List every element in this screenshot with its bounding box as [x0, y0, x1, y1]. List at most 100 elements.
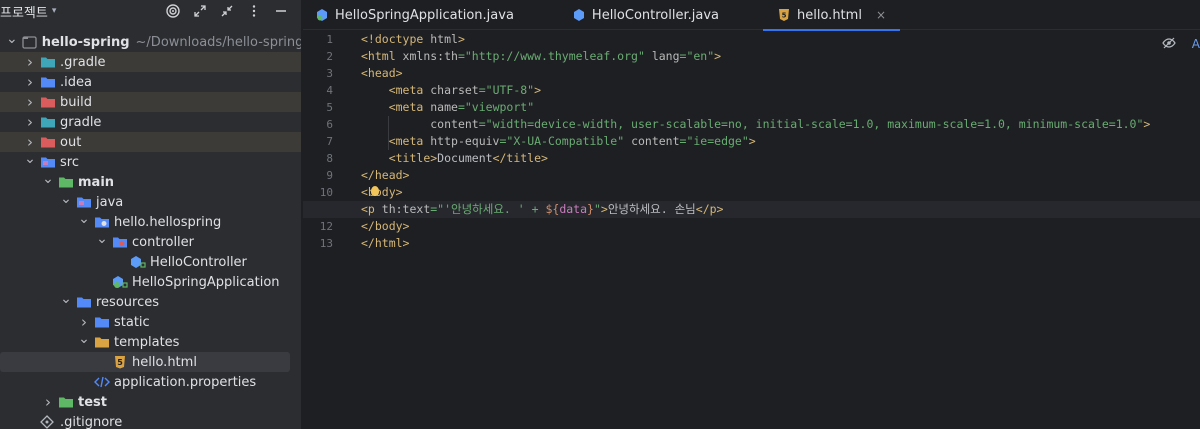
tree-item-hellocontroller[interactable]: ›HelloController [0, 252, 301, 272]
code-token: <meta [388, 134, 431, 148]
code-line[interactable]: </body> [361, 218, 1200, 235]
line-number: 8 [326, 152, 333, 165]
tab-hellospringapplication-java[interactable]: HelloSpringApplication.java [303, 0, 528, 30]
package-red-icon [112, 235, 128, 249]
indent-guide [388, 116, 389, 150]
code-line[interactable]: <meta charset="UTF-8"> [361, 82, 1200, 99]
chevron-right-icon[interactable]: › [24, 112, 36, 132]
code-token: <!doctype [361, 32, 431, 46]
code-token: ="X-UA-Compatible" [499, 134, 632, 148]
folder-blue-icon [40, 75, 56, 89]
class-icon [572, 8, 586, 22]
target-icon[interactable] [165, 3, 181, 19]
chevron-down-icon[interactable]: ⌄ [60, 289, 72, 309]
tree-item-label: hello.hellospring [114, 214, 222, 230]
code-token: </title> [492, 151, 548, 165]
close-icon[interactable]: × [876, 8, 886, 22]
code-line[interactable]: <!doctype html> [361, 31, 1200, 48]
tree-item-label: application.properties [114, 374, 257, 390]
tree-item-out[interactable]: › out [0, 132, 301, 152]
chevron-down-icon[interactable]: ⌄ [24, 149, 36, 169]
spring-class-icon [315, 8, 329, 22]
tree-item-gitignore[interactable]: ›.gitignore [0, 412, 301, 429]
folder-main-icon [58, 175, 74, 189]
panel-header: 프로젝트 ▾ [0, 0, 301, 22]
chevron-right-icon[interactable]: › [24, 72, 36, 92]
chevron-right-icon[interactable]: › [42, 392, 54, 412]
line-number: 3 [326, 67, 333, 80]
tree-item-label: resources [96, 294, 160, 310]
code-area[interactable]: <!doctype html> <html xmlns:th="http://ww… [303, 31, 1200, 252]
chevron-right-icon[interactable]: › [24, 92, 36, 112]
code-token: </p> [695, 202, 724, 216]
tree-item-hellospringapplication[interactable]: ›HelloSpringApplication [0, 272, 301, 292]
font-icon[interactable]: A [1192, 37, 1200, 52]
code-token: xmlns:th [402, 49, 458, 63]
tree-item-label: HelloSpringApplication [132, 274, 280, 290]
code-token: > [748, 134, 756, 148]
tree-item-test[interactable]: › test [0, 392, 301, 412]
tree-item-label: static [114, 314, 150, 330]
tab-hello-html[interactable]: 5 hello.html × [763, 0, 900, 31]
code-editor[interactable]: 12345678910111213 <!doctype html><html x… [303, 31, 1200, 429]
chevron-down-icon[interactable]: ⌄ [6, 29, 18, 49]
git-icon [40, 415, 56, 429]
tree-item-label: HelloController [150, 254, 247, 270]
tree-item-gradle[interactable]: › .gradle [0, 52, 301, 72]
code-token: > [714, 49, 722, 63]
lightbulb-icon[interactable] [371, 186, 379, 196]
tree-item-hello-html[interactable]: ›5hello.html [0, 352, 290, 372]
code-token: 안녕하세요. 손님 [607, 202, 696, 216]
line-number: 9 [326, 169, 333, 182]
chevron-right-icon[interactable]: › [24, 52, 36, 72]
collapse-icon[interactable] [219, 3, 235, 19]
code-line[interactable]: <title>Document</title> [361, 150, 1200, 167]
tree-item-application-properties[interactable]: ›application.properties [0, 372, 301, 392]
code-line[interactable]: <html xmlns:th="http://www.thymeleaf.org… [361, 48, 1200, 65]
tab-hellocontroller-java[interactable]: HelloController.java [528, 0, 733, 30]
tree-item-controller[interactable]: ⌄ controller [0, 229, 301, 252]
code-token: <p [361, 202, 382, 216]
code-token: ="UTF-8" [478, 83, 535, 97]
tree-item-hello-spring[interactable]: ⌄ hello-spring ~/Downloads/hello-spring [0, 29, 301, 52]
code-line[interactable]: <meta http-equiv="X-UA-Compatible" conte… [361, 133, 1200, 150]
chevron-down-icon[interactable]: ⌄ [60, 189, 72, 209]
tree-item-gradle[interactable]: › gradle [0, 112, 301, 132]
tree-item-resources[interactable]: ⌄ resources [0, 289, 301, 312]
line-number: 4 [326, 84, 333, 97]
code-token: ="viewport" [457, 100, 535, 114]
project-view-selector[interactable]: 프로젝트 ▾ [0, 2, 56, 21]
code-line[interactable]: <meta name="viewport" [361, 99, 1200, 116]
tree-item-build[interactable]: › build [0, 92, 301, 112]
minimize-icon[interactable] [273, 3, 289, 19]
tree-item-java[interactable]: ⌄ java [0, 189, 301, 212]
code-line[interactable]: <p th:text="'안녕하세요. ' + ${data}">안녕하세요. … [303, 201, 1200, 218]
code-line[interactable]: content="width=device-width, user-scalab… [361, 116, 1200, 133]
tree-item-static[interactable]: › static [0, 312, 301, 332]
chevron-down-icon[interactable]: ⌄ [96, 229, 108, 249]
line-number: 5 [326, 101, 333, 114]
chevron-down-icon[interactable]: ⌄ [78, 329, 90, 349]
chevron-down-icon[interactable]: ⌄ [42, 169, 54, 189]
code-token: </html> [361, 236, 410, 250]
tree-item-idea[interactable]: › .idea [0, 72, 301, 92]
chevron-down-icon[interactable]: ⌄ [78, 209, 90, 229]
expand-icon[interactable] [192, 3, 208, 19]
code-token: content [631, 134, 680, 148]
reader-mode-icon[interactable] [1162, 37, 1176, 52]
code-line[interactable]: </head> [361, 167, 1200, 184]
line-number: 1 [326, 33, 333, 46]
tree-item-main[interactable]: ⌄ main [0, 169, 301, 192]
line-number: 12 [319, 220, 333, 233]
tree-item-templates[interactable]: ⌄ templates [0, 329, 301, 352]
code-token: > [534, 83, 542, 97]
code-token: ="http://www.thymeleaf.org" [457, 49, 652, 63]
code-line[interactable]: <body> [361, 184, 1200, 201]
tree-item-hello-hellospring[interactable]: ⌄ hello.hellospring [0, 209, 301, 232]
code-token: " [593, 202, 601, 216]
more-icon[interactable] [246, 3, 262, 19]
code-line[interactable]: <head> [361, 65, 1200, 82]
editor-tab-bar: HelloSpringApplication.java HelloControll… [303, 0, 1200, 31]
code-line[interactable]: </html> [361, 235, 1200, 252]
